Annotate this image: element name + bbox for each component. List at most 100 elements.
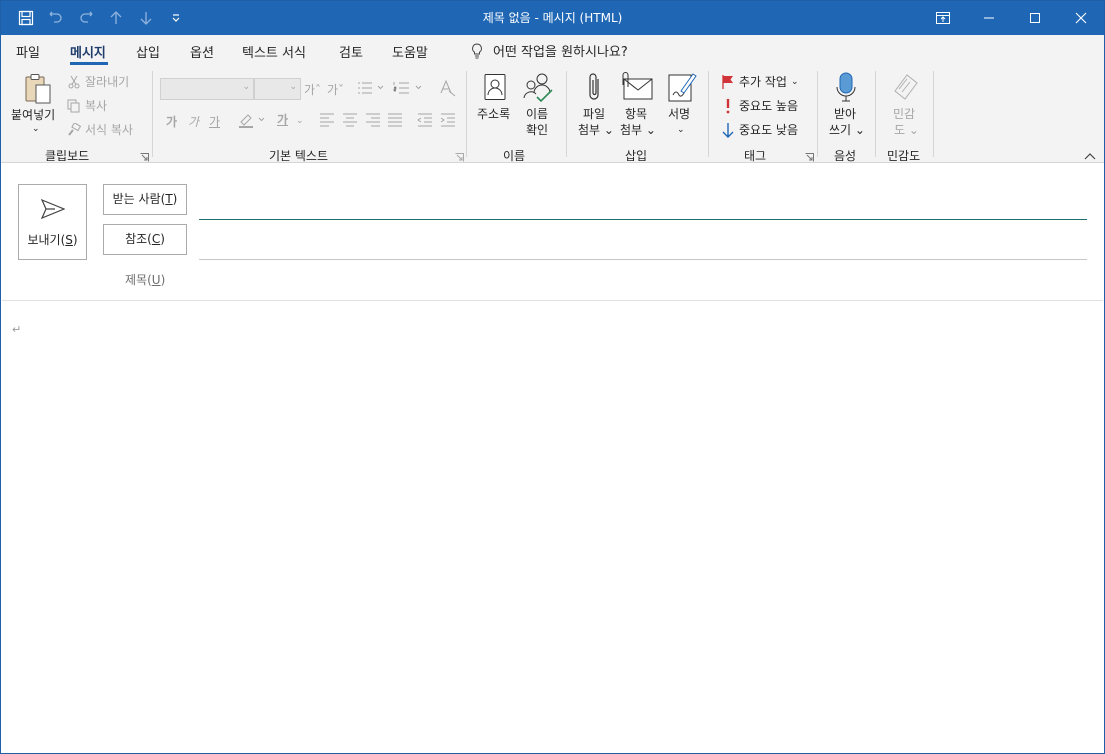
bold-button[interactable]: 가 (166, 113, 177, 130)
paste-dropdown-icon[interactable]: ⌄ (32, 121, 40, 137)
format-painter-icon (68, 122, 81, 136)
sensitivity-group-label: 민감도 (887, 149, 921, 163)
tab-message[interactable]: 메시지 (70, 42, 106, 61)
increase-indent-icon[interactable] (440, 113, 456, 130)
cc-field[interactable] (199, 232, 1087, 258)
tags-launcher-icon[interactable] (805, 151, 814, 162)
signature-dropdown-icon[interactable]: ⌄ (677, 122, 685, 138)
follow-up-button[interactable]: 추가 작업 ⌄ (721, 73, 799, 90)
cc-button[interactable]: 참조(C) (103, 224, 187, 255)
font-color-dropdown-icon[interactable]: ⌄ (296, 116, 304, 126)
align-left-icon[interactable] (319, 113, 335, 130)
message-body[interactable]: ↵ (2, 301, 1103, 752)
group-separator (933, 71, 934, 157)
title-bar: 제목 없음 - 메시지 (HTML) (1, 1, 1104, 35)
to-button[interactable]: 받는 사람(T) (103, 184, 187, 215)
clipboard-group-label: 클립보드 (45, 149, 90, 163)
tags-group-label: 태그 (744, 149, 767, 163)
ribbon-display-options-icon[interactable] (920, 1, 966, 35)
group-separator (566, 71, 567, 157)
maximize-icon[interactable] (1012, 1, 1058, 35)
check-names-label-1[interactable]: 이름 (526, 106, 548, 122)
low-importance-label: 중요도 낮음 (739, 123, 799, 137)
attach-item-label-2[interactable]: 첨부 ⌄ (620, 122, 656, 138)
cc-field-underline (199, 259, 1087, 260)
to-field-underline (199, 219, 1087, 220)
tell-me-text: 어떤 작업을 원하시나요? (493, 45, 628, 60)
address-book-icon[interactable] (483, 73, 507, 104)
decrease-indent-icon[interactable] (417, 113, 433, 130)
check-names-icon[interactable] (522, 71, 554, 106)
check-names-label-2[interactable]: 확인 (526, 122, 548, 138)
highlight-icon[interactable] (238, 111, 270, 132)
collapse-ribbon-icon[interactable] (1084, 149, 1096, 163)
include-group-label: 삽입 (625, 149, 648, 163)
attach-item-label-1[interactable]: 항목 (625, 106, 647, 122)
group-separator (875, 71, 876, 157)
chevron-down-icon: ⌄ (790, 76, 799, 87)
tab-format-text[interactable]: 텍스트 서식 (242, 42, 306, 61)
paste-icon[interactable] (23, 73, 53, 108)
close-icon[interactable] (1058, 1, 1104, 35)
ribbon-tabs: 파일 메시지 삽입 옵션 텍스트 서식 검토 도움말 어떤 작업을 원하시나요? (1, 35, 1104, 65)
justify-icon[interactable] (387, 113, 403, 130)
font-name-combo[interactable]: ⌄ (160, 78, 254, 100)
group-separator (817, 71, 818, 157)
align-right-icon[interactable] (365, 113, 381, 130)
italic-button[interactable]: 가 (188, 113, 199, 130)
outlook-message-window: 제목 없음 - 메시지 (HTML) 파일 메시지 삽입 옵션 텍스트 서식 검… (0, 0, 1105, 754)
follow-up-label: 추가 작업 (739, 75, 787, 89)
shrink-font-button[interactable]: 가ˇ (327, 81, 344, 98)
down-arrow-icon (722, 122, 734, 138)
lightbulb-icon (472, 42, 482, 58)
send-button[interactable]: 보내기(S) (18, 184, 87, 260)
low-importance-button[interactable]: 중요도 낮음 (721, 121, 798, 138)
tab-help[interactable]: 도움말 (392, 42, 428, 61)
paragraph-mark: ↵ (12, 323, 22, 336)
group-separator (152, 71, 153, 157)
scissors-icon (68, 75, 80, 88)
dictate-label-1[interactable]: 받아 (834, 106, 856, 122)
chevron-down-icon: ⌄ (289, 82, 297, 92)
microphone-icon[interactable] (835, 71, 857, 106)
subject-field[interactable] (199, 267, 1087, 293)
tab-review[interactable]: 검토 (339, 42, 363, 61)
numbering-icon[interactable] (393, 81, 425, 98)
signature-icon[interactable] (667, 71, 697, 106)
cut-button[interactable]: 잘라내기 (67, 73, 129, 90)
signature-label[interactable]: 서명 (668, 106, 690, 122)
exclamation-icon (726, 98, 730, 113)
address-book-label[interactable]: 주소록 (477, 106, 510, 122)
tab-insert[interactable]: 삽입 (136, 42, 160, 61)
high-importance-button[interactable]: 중요도 높음 (721, 97, 798, 114)
minimize-icon[interactable] (966, 1, 1012, 35)
attach-file-label-1[interactable]: 파일 (583, 106, 605, 122)
to-field[interactable] (199, 191, 1087, 217)
sensitivity-label-1[interactable]: 민감 (893, 106, 915, 122)
tab-options[interactable]: 옵션 (190, 42, 214, 61)
clipboard-launcher-icon[interactable] (140, 151, 149, 162)
sensitivity-label-2[interactable]: 도 ⌄ (894, 122, 919, 138)
font-size-combo[interactable]: ⌄ (254, 78, 301, 100)
sensitivity-icon[interactable] (891, 71, 921, 106)
clear-formatting-icon[interactable] (439, 79, 457, 100)
send-label: 보내기(S) (27, 233, 78, 247)
bullets-icon[interactable] (357, 81, 385, 98)
align-center-icon[interactable] (342, 113, 358, 130)
tell-me-search[interactable]: 어떤 작업을 원하시나요? (471, 41, 628, 60)
tab-file[interactable]: 파일 (16, 42, 40, 61)
group-separator (466, 71, 467, 157)
paperclip-icon[interactable] (587, 71, 603, 106)
attach-item-icon[interactable] (620, 71, 654, 104)
underline-button[interactable]: 가 (209, 113, 220, 130)
copy-button[interactable]: 복사 (67, 97, 107, 114)
basic-text-group-label: 기본 텍스트 (269, 149, 329, 163)
dictate-label-2[interactable]: 쓰기 ⌄ (829, 122, 865, 138)
voice-group-label: 음성 (834, 149, 857, 163)
attach-file-label-2[interactable]: 첨부 ⌄ (578, 122, 614, 138)
basic-text-launcher-icon[interactable] (455, 151, 464, 162)
format-painter-button[interactable]: 서식 복사 (67, 121, 133, 138)
copy-icon (67, 99, 80, 112)
grow-font-button[interactable]: 가ˆ (304, 81, 321, 98)
font-color-button[interactable]: 가 (277, 111, 288, 128)
